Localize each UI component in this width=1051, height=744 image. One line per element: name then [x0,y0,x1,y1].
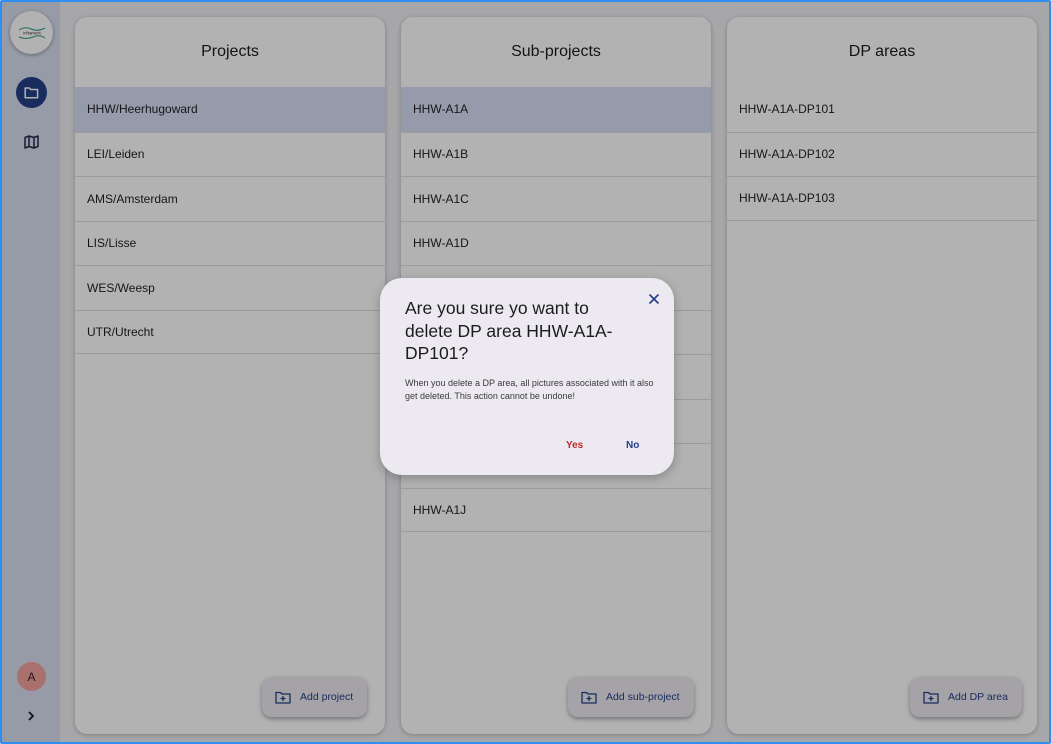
dialog-close-button[interactable] [647,292,661,306]
dialog-title: Are you sure yo want to delete DP area H… [405,298,613,363]
confirm-yes-button[interactable]: Yes [566,440,583,451]
close-icon [648,293,660,305]
delete-confirm-dialog: Are you sure yo want to delete DP area H… [380,278,674,475]
dialog-message: When you delete a DP area, all pictures … [405,378,654,401]
app-window: inframent A Projects HHW/Heerhugoward LE… [0,0,1051,744]
confirm-no-button[interactable]: No [626,440,639,451]
